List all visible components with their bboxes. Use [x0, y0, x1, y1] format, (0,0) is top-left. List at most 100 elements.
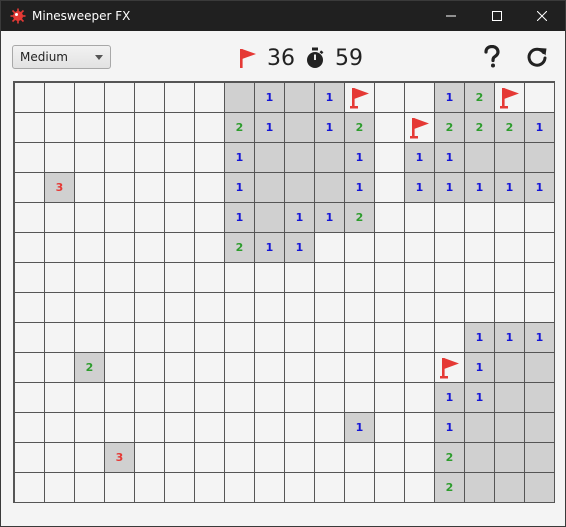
hidden-cell[interactable] [375, 203, 404, 232]
restart-button[interactable] [524, 44, 550, 70]
hidden-cell[interactable] [135, 293, 164, 322]
hidden-cell[interactable] [405, 383, 434, 412]
hidden-cell[interactable] [75, 383, 104, 412]
hidden-cell[interactable] [375, 143, 404, 172]
hidden-cell[interactable] [315, 413, 344, 442]
revealed-cell[interactable] [465, 473, 494, 502]
hidden-cell[interactable] [315, 263, 344, 292]
number-cell[interactable]: 1 [285, 233, 314, 262]
hidden-cell[interactable] [105, 263, 134, 292]
hidden-cell[interactable] [255, 293, 284, 322]
hidden-cell[interactable] [255, 473, 284, 502]
number-cell[interactable]: 1 [315, 83, 344, 112]
number-cell[interactable]: 1 [225, 173, 254, 202]
hidden-cell[interactable] [45, 443, 74, 472]
hidden-cell[interactable] [195, 143, 224, 172]
hidden-cell[interactable] [195, 263, 224, 292]
hidden-cell[interactable] [225, 263, 254, 292]
hidden-cell[interactable] [75, 413, 104, 442]
hidden-cell[interactable] [405, 353, 434, 382]
hidden-cell[interactable] [405, 263, 434, 292]
number-cell[interactable]: 1 [255, 83, 284, 112]
number-cell[interactable]: 2 [435, 113, 464, 142]
hidden-cell[interactable] [285, 443, 314, 472]
hidden-cell[interactable] [45, 323, 74, 352]
hidden-cell[interactable] [135, 83, 164, 112]
hidden-cell[interactable] [195, 173, 224, 202]
number-cell[interactable]: 3 [105, 443, 134, 472]
number-cell[interactable]: 1 [315, 113, 344, 142]
hidden-cell[interactable] [15, 323, 44, 352]
revealed-cell[interactable] [225, 83, 254, 112]
hidden-cell[interactable] [345, 323, 374, 352]
hidden-cell[interactable] [45, 383, 74, 412]
number-cell[interactable]: 2 [225, 113, 254, 142]
hidden-cell[interactable] [375, 293, 404, 322]
hidden-cell[interactable] [75, 143, 104, 172]
number-cell[interactable]: 1 [465, 353, 494, 382]
number-cell[interactable]: 2 [495, 113, 524, 142]
hidden-cell[interactable] [135, 263, 164, 292]
hidden-cell[interactable] [315, 353, 344, 382]
hidden-cell[interactable] [165, 263, 194, 292]
hidden-cell[interactable] [495, 293, 524, 322]
revealed-cell[interactable] [495, 353, 524, 382]
hidden-cell[interactable] [315, 293, 344, 322]
revealed-cell[interactable] [525, 143, 554, 172]
hidden-cell[interactable] [225, 443, 254, 472]
hidden-cell[interactable] [15, 293, 44, 322]
hidden-cell[interactable] [165, 233, 194, 262]
hidden-cell[interactable] [435, 263, 464, 292]
number-cell[interactable]: 2 [435, 473, 464, 502]
maximize-button[interactable] [474, 1, 520, 31]
close-button[interactable] [519, 1, 565, 31]
hidden-cell[interactable] [135, 383, 164, 412]
revealed-cell[interactable] [525, 413, 554, 442]
hidden-cell[interactable] [195, 323, 224, 352]
hidden-cell[interactable] [405, 233, 434, 262]
hidden-cell[interactable] [75, 443, 104, 472]
number-cell[interactable]: 1 [345, 413, 374, 442]
hidden-cell[interactable] [465, 233, 494, 262]
hidden-cell[interactable] [405, 323, 434, 352]
hidden-cell[interactable] [105, 473, 134, 502]
hidden-cell[interactable] [255, 353, 284, 382]
number-cell[interactable]: 2 [225, 233, 254, 262]
revealed-cell[interactable] [285, 113, 314, 142]
hidden-cell[interactable] [165, 473, 194, 502]
revealed-cell[interactable] [495, 383, 524, 412]
hidden-cell[interactable] [375, 473, 404, 502]
hidden-cell[interactable] [135, 353, 164, 382]
hidden-cell[interactable] [15, 353, 44, 382]
number-cell[interactable]: 2 [75, 353, 104, 382]
number-cell[interactable]: 1 [465, 173, 494, 202]
hidden-cell[interactable] [285, 383, 314, 412]
hidden-cell[interactable] [315, 233, 344, 262]
hidden-cell[interactable] [195, 293, 224, 322]
hidden-cell[interactable] [105, 143, 134, 172]
hidden-cell[interactable] [525, 233, 554, 262]
number-cell[interactable]: 1 [435, 383, 464, 412]
hidden-cell[interactable] [255, 323, 284, 352]
minimize-button[interactable] [428, 1, 474, 31]
hidden-cell[interactable] [195, 473, 224, 502]
number-cell[interactable]: 2 [465, 113, 494, 142]
hidden-cell[interactable] [525, 293, 554, 322]
hidden-cell[interactable] [435, 293, 464, 322]
hidden-cell[interactable] [465, 293, 494, 322]
number-cell[interactable]: 1 [465, 383, 494, 412]
revealed-cell[interactable] [285, 83, 314, 112]
number-cell[interactable]: 1 [495, 323, 524, 352]
hidden-cell[interactable] [225, 473, 254, 502]
hidden-cell[interactable] [345, 263, 374, 292]
hidden-cell[interactable] [135, 143, 164, 172]
hidden-cell[interactable] [345, 443, 374, 472]
hidden-cell[interactable] [375, 353, 404, 382]
hidden-cell[interactable] [285, 323, 314, 352]
number-cell[interactable]: 1 [435, 413, 464, 442]
hidden-cell[interactable] [135, 113, 164, 142]
hidden-cell[interactable] [135, 443, 164, 472]
hidden-cell[interactable] [375, 323, 404, 352]
hidden-cell[interactable] [45, 143, 74, 172]
hidden-cell[interactable] [75, 113, 104, 142]
